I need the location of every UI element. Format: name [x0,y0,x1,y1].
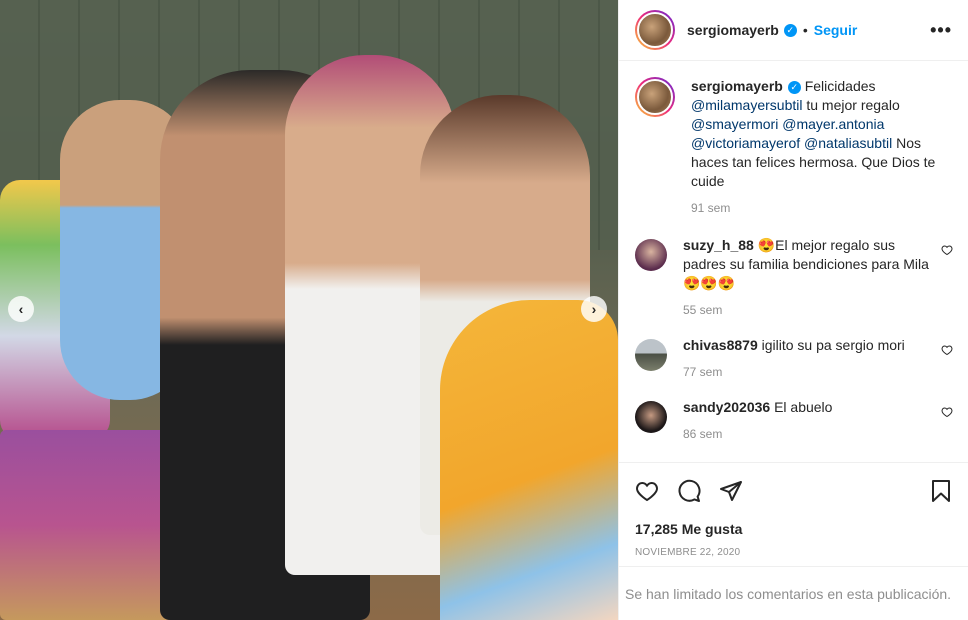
comment-item: suzy_h_88 😍El mejor regalo sus padres su… [635,236,953,320]
comment-item: chivas8879 igilito su pa sergio mori 77 … [635,336,953,382]
comment-time[interactable]: 55 sem [683,301,933,320]
carousel-prev-button[interactable]: ‹ [8,296,34,322]
comment-text: El abuelo [774,399,833,415]
comments-limited-notice: Se han limitado los comentarios en esta … [619,566,968,620]
separator-dot: • [802,22,808,38]
verified-icon: ✓ [787,80,801,94]
avatar[interactable] [635,10,675,50]
share-icon[interactable] [719,479,743,503]
comment-time[interactable]: 86 sem [683,425,933,444]
chevron-left-icon: ‹ [18,301,24,317]
more-options-icon[interactable]: ••• [930,20,952,41]
likes-count[interactable]: 17,285 Me gusta [635,521,953,537]
caption-time[interactable]: 91 sem [691,199,953,218]
caption-mention[interactable]: @milamayersubtil [691,97,802,113]
chevron-right-icon: › [591,301,597,317]
post-side-panel: sergiomayerb ✓ • Seguir ••• sergiomayerb… [618,0,968,620]
caption: sergiomayerb ✓ Felicidades @milamayersubt… [635,77,953,218]
post-photo[interactable]: ‹ › [0,0,618,620]
header-username[interactable]: sergiomayerb [687,22,779,38]
comment-username[interactable]: suzy_h_88 [683,237,754,253]
comment-icon[interactable] [677,479,701,503]
caption-text: tu mejor regalo [806,97,900,113]
heart-outline-icon[interactable] [941,344,953,382]
caption-mention[interactable]: @victoriamayerof [691,135,800,151]
comments-list[interactable]: sergiomayerb ✓ Felicidades @milamayersubt… [619,61,968,461]
caption-mention[interactable]: @nataliasubtil [804,135,892,151]
comment-item: sandy202036 El abuelo 86 sem [635,398,953,444]
avatar[interactable] [635,239,667,271]
comment-username[interactable]: chivas8879 [683,337,758,353]
caption-mention[interactable]: @smayermori [691,116,778,132]
caption-mention[interactable]: @mayer.antonia [782,116,884,132]
follow-button[interactable]: Seguir [814,22,858,38]
photo-figure-alice-doll [440,300,618,620]
post-header: sergiomayerb ✓ • Seguir ••• [619,0,968,61]
post-actions: 17,285 Me gusta NOVIEMBRE 22, 2020 [619,462,968,558]
bookmark-icon[interactable] [929,479,953,503]
post-date: NOVIEMBRE 22, 2020 [635,547,741,558]
caption-username[interactable]: sergiomayerb [691,78,783,94]
avatar[interactable] [635,339,667,371]
comment-time[interactable]: 77 sem [683,363,933,382]
caption-text: Felicidades [804,78,876,94]
carousel-next-button[interactable]: › [581,296,607,322]
heart-icon[interactable] [635,479,659,503]
heart-outline-icon[interactable] [941,406,953,444]
comment-username[interactable]: sandy202036 [683,399,770,415]
heart-outline-icon[interactable] [941,244,953,320]
verified-icon: ✓ [783,23,797,37]
avatar[interactable] [635,401,667,433]
caption-avatar[interactable] [635,77,675,117]
comment-text: igilito su pa sergio mori [761,337,905,353]
